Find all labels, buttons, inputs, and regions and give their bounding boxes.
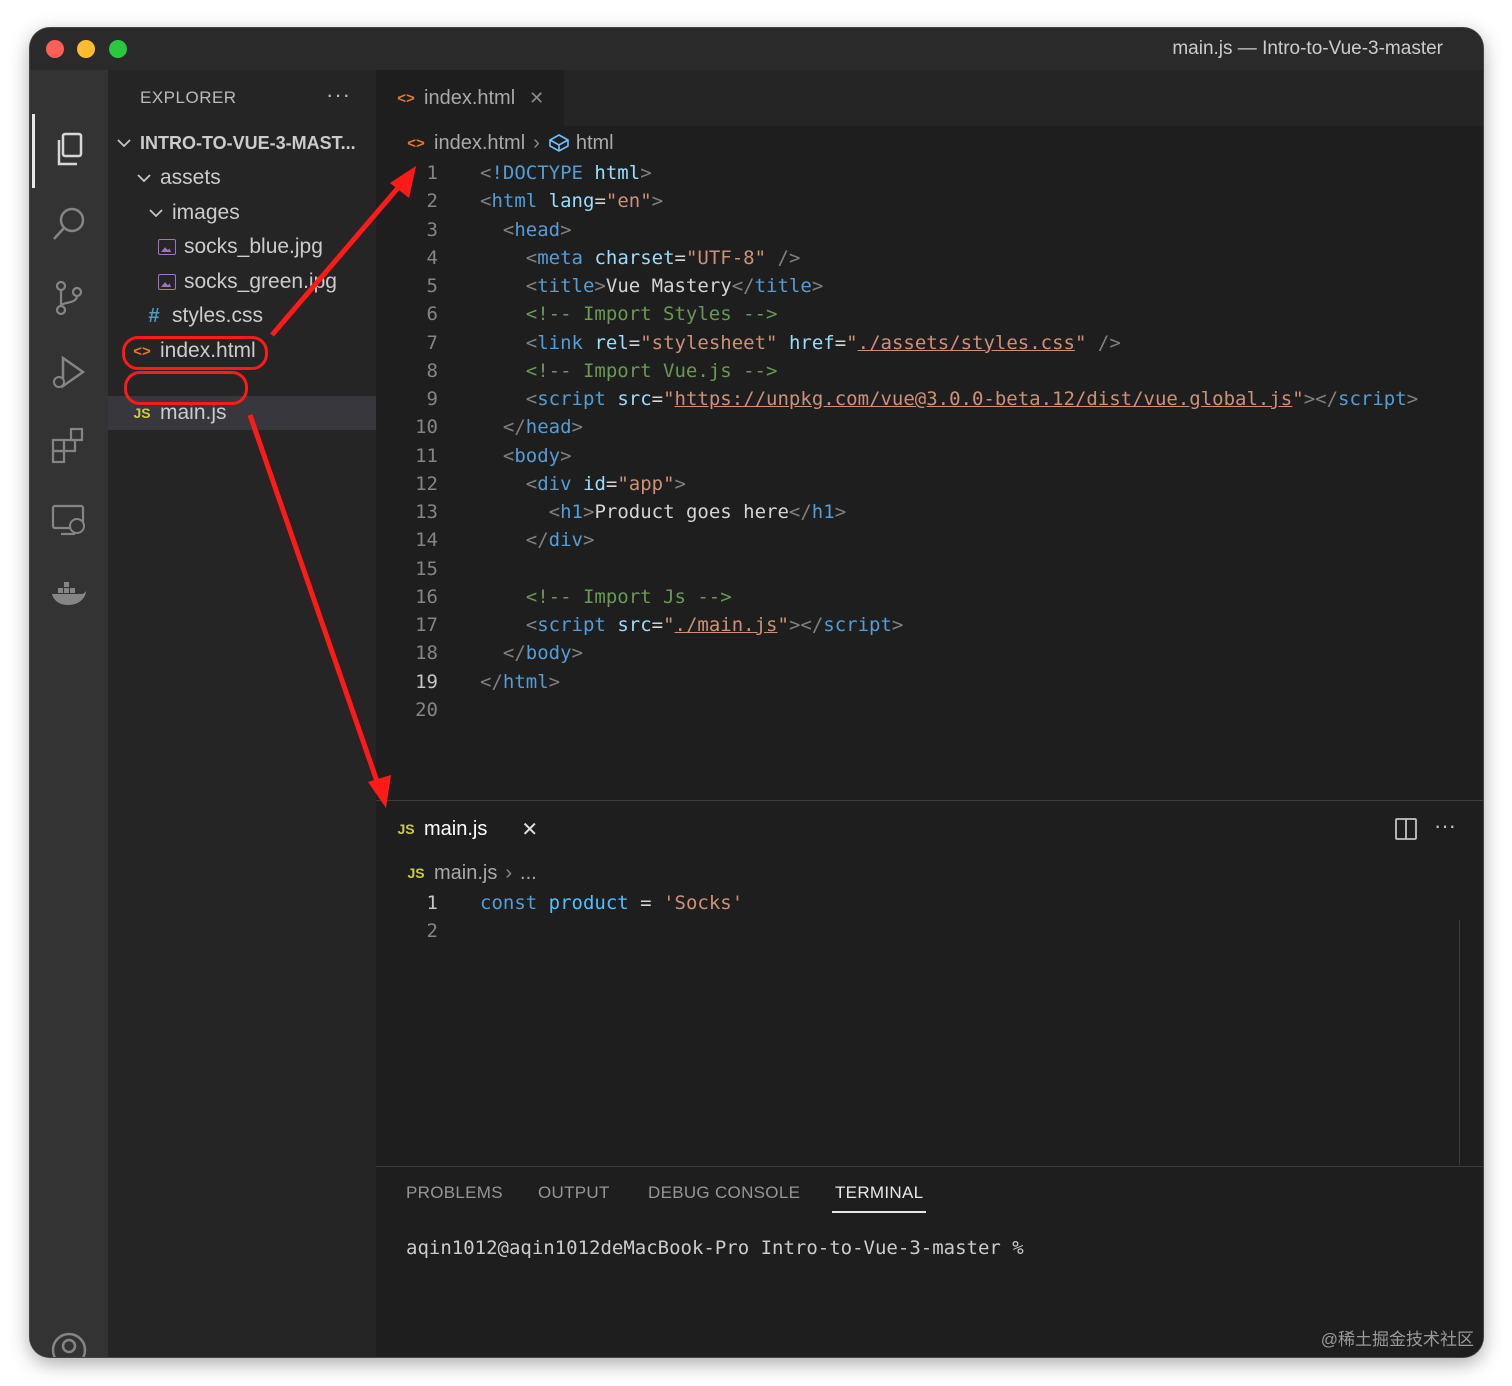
annotation-arrows bbox=[247, 166, 416, 808]
arrowhead-main-js bbox=[368, 775, 391, 808]
arrow-to-main-js bbox=[247, 414, 383, 791]
arrow-to-index-html bbox=[270, 180, 405, 337]
watermark: @稀土掘金技术社区 bbox=[1320, 1330, 1474, 1349]
